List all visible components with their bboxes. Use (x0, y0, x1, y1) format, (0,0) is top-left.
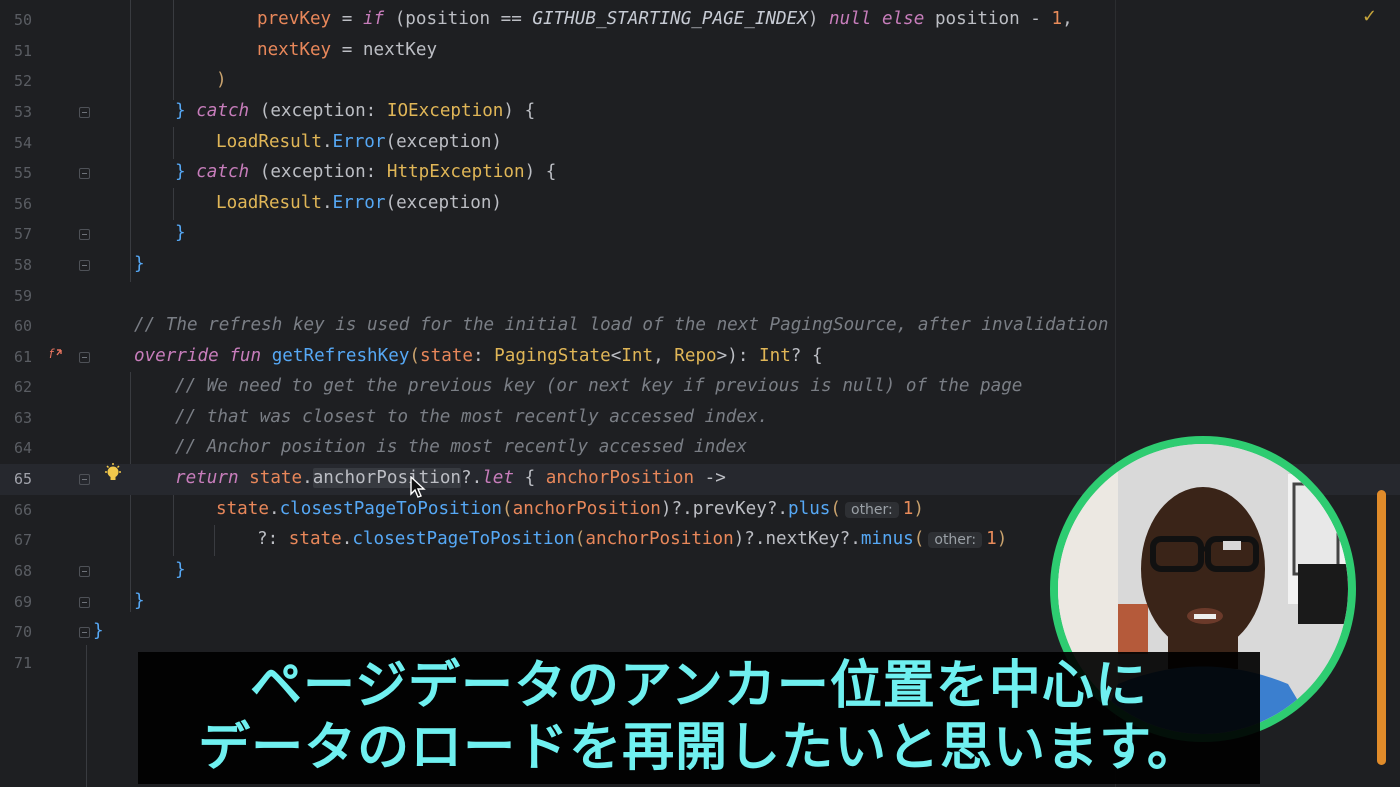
code-line-60[interactable]: 60 // The refresh key is used for the in… (0, 311, 1400, 342)
line-number: 67 (13, 531, 32, 549)
code-comment: // The refresh key is used for the initi… (134, 315, 1109, 335)
subtitle-caption: ページデータのアンカー位置を中心に データのロードを再開したいと思います。 (138, 655, 1260, 779)
parameter-hint: other: (928, 532, 983, 548)
line-number: 52 (13, 72, 32, 90)
code-comment: // We need to get the previous key (or n… (175, 376, 1023, 396)
code-text: override fun getRefreshKey(state: Paging… (134, 346, 823, 366)
line-number: 54 (13, 134, 32, 152)
line-number: 58 (13, 256, 32, 274)
code-text: prevKey = if (position == GITHUB_STARTIN… (257, 9, 1073, 29)
mouse-pointer-icon (410, 475, 426, 504)
code-line-62[interactable]: 62 // We need to get the previous key (o… (0, 372, 1400, 403)
code-line-54[interactable]: 54 LoadResult.Error(exception) (0, 128, 1400, 159)
fold-marker[interactable] (79, 260, 90, 271)
fold-marker[interactable] (79, 566, 90, 577)
subtitle-line-2: データのロードを再開したいと思います。 (198, 718, 1200, 778)
line-number: 69 (13, 593, 32, 611)
code-text: } catch (exception: HttpException) { (175, 162, 557, 182)
fold-marker[interactable] (79, 627, 90, 638)
line-number: 53 (13, 103, 32, 121)
vertical-scrollbar-thumb[interactable] (1377, 490, 1386, 765)
line-number: 64 (13, 439, 32, 457)
line-number: 56 (13, 195, 32, 213)
code-line-57[interactable]: 57 } (0, 219, 1400, 250)
line-number: 65 (13, 470, 32, 488)
code-text: nextKey = nextKey (257, 40, 438, 60)
line-number: 60 (13, 317, 32, 335)
fold-marker[interactable] (79, 474, 90, 485)
code-line-59[interactable]: 59 (0, 281, 1400, 312)
line-number: 51 (13, 42, 32, 60)
line-number: 55 (13, 164, 32, 182)
code-text: LoadResult.Error(exception) (216, 193, 503, 213)
line-number: 62 (13, 378, 32, 396)
code-line-63[interactable]: 63 // that was closest to the most recen… (0, 403, 1400, 434)
code-text: ?: state.closestPageToPosition(anchorPos… (257, 529, 1008, 549)
line-number: 66 (13, 501, 32, 519)
code-line-52[interactable]: 52 ) (0, 66, 1400, 97)
line-number: 70 (13, 623, 32, 641)
code-comment: // that was closest to the most recently… (175, 407, 769, 427)
line-number: 57 (13, 225, 32, 243)
code-line-61[interactable]: 61 override fun getRefreshKey(state: Pag… (0, 342, 1400, 373)
code-line-50[interactable]: 50 prevKey = if (position == GITHUB_STAR… (0, 5, 1400, 36)
override-gutter-icon[interactable]: f (48, 346, 64, 366)
svg-text:f: f (49, 347, 55, 361)
code-text: } (134, 254, 145, 274)
fold-marker[interactable] (79, 107, 90, 118)
fold-marker[interactable] (79, 168, 90, 179)
code-line-51[interactable]: 51 nextKey = nextKey (0, 36, 1400, 67)
line-number: 71 (13, 654, 32, 672)
code-text: state.closestPageToPosition(anchorPositi… (216, 499, 924, 519)
code-text: return state.anchorPosition?.let { ancho… (175, 468, 726, 488)
code-line-53[interactable]: 53 } catch (exception: IOException) { (0, 97, 1400, 128)
code-text: } (175, 223, 186, 243)
line-number: 50 (13, 11, 32, 29)
subtitle-line-1: ページデータのアンカー位置を中心に (250, 656, 1148, 716)
line-number: 59 (13, 287, 32, 305)
code-comment: // Anchor position is the most recently … (175, 437, 747, 457)
fold-marker[interactable] (79, 597, 90, 608)
code-text: } (134, 591, 145, 611)
code-text: } (175, 560, 186, 580)
code-text: } (93, 621, 104, 641)
code-line-56[interactable]: 56 LoadResult.Error(exception) (0, 189, 1400, 220)
code-line-55[interactable]: 55 } catch (exception: HttpException) { (0, 158, 1400, 189)
lightbulb-icon[interactable] (104, 463, 122, 485)
code-text: ) (216, 70, 227, 90)
line-number: 68 (13, 562, 32, 580)
line-number: 63 (13, 409, 32, 427)
parameter-hint: other: (845, 502, 899, 518)
code-text: } catch (exception: IOException) { (175, 101, 536, 121)
fold-marker[interactable] (79, 229, 90, 240)
line-number: 61 (13, 348, 32, 366)
code-line-58[interactable]: 58 } (0, 250, 1400, 281)
fold-marker[interactable] (79, 352, 90, 363)
checkmark-icon[interactable]: ✓ (1362, 6, 1377, 27)
code-text: LoadResult.Error(exception) (216, 132, 503, 152)
